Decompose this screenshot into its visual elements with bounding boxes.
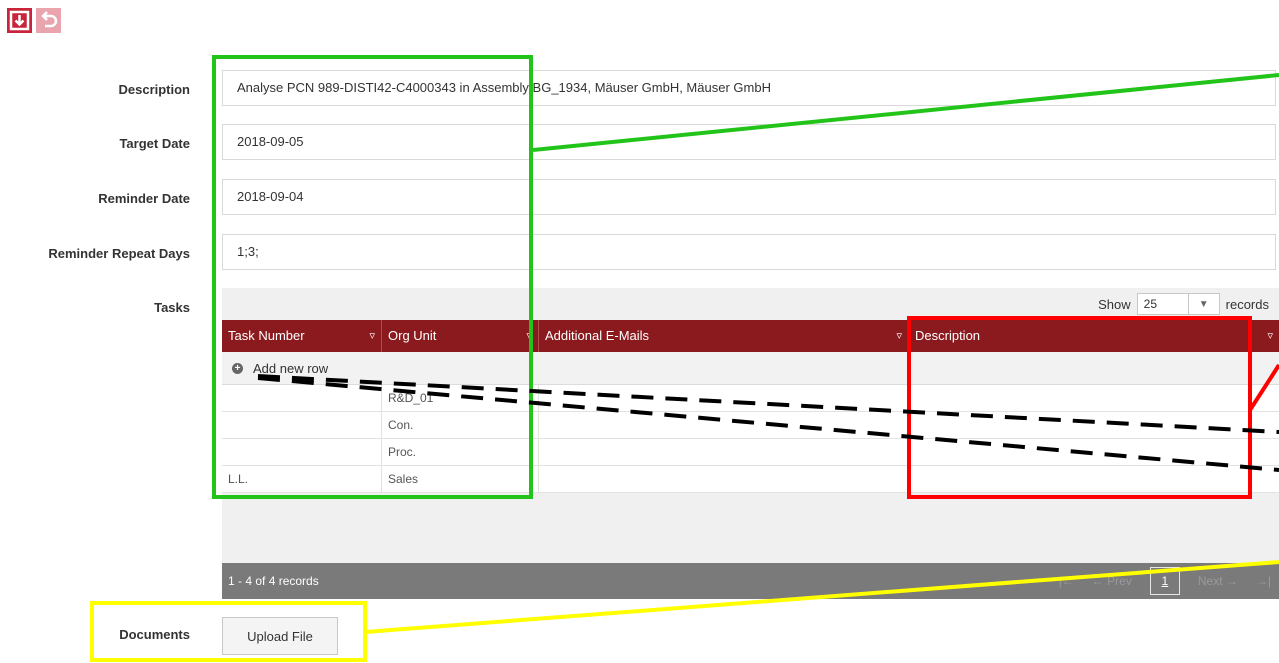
plus-circle-icon: + [232,362,243,374]
column-header-org-unit[interactable]: Org Unit ▿ [382,320,539,352]
description-field[interactable]: Analyse PCN 989-DISTI42-C4000343 in Asse… [222,70,1276,106]
task-number-cell [222,412,382,438]
records-label: records [1225,296,1269,312]
record-count: 1 - 4 of 4 records [228,574,319,588]
description-cell [909,412,1279,438]
filter-icon[interactable]: ▿ [1267,320,1273,352]
table-row[interactable]: L.L. Sales [222,466,1279,493]
save-button[interactable] [7,8,32,33]
column-header-label: Org Unit [388,328,437,343]
current-page-button[interactable]: 1 [1149,567,1180,595]
page-size-control: Show 25 ▼ records [1098,293,1269,315]
save-icon [9,10,30,31]
pager: |← ← Prev 1 Next → →| [1059,563,1271,599]
column-header-description[interactable]: Description ▿ [909,320,1279,352]
next-page-button[interactable]: Next → [1198,574,1238,588]
task-number-cell: L.L. [222,466,382,492]
reminder-date-field[interactable]: 2018-09-04 [222,179,1276,215]
column-header-label: Additional E-Mails [545,328,650,343]
column-header-task-number[interactable]: Task Number ▿ [222,320,382,352]
last-page-icon[interactable]: →| [1256,574,1271,588]
org-unit-cell: R&D_01 [382,385,539,411]
add-new-row-button[interactable]: + Add new row [222,352,1279,385]
filter-icon[interactable]: ▿ [526,320,532,352]
description-cell [909,466,1279,492]
org-unit-cell: Proc. [382,439,539,465]
filter-icon[interactable]: ▿ [369,320,375,352]
task-number-cell [222,385,382,411]
dropdown-arrow-icon[interactable]: ▼ [1187,294,1219,314]
grid-footer: 1 - 4 of 4 records |← ← Prev 1 Next → →| [222,563,1279,599]
first-page-icon[interactable]: |← [1059,574,1074,588]
reminder-repeat-days-label: Reminder Repeat Days [48,246,190,261]
add-new-row-label: Add new row [253,360,329,376]
table-row[interactable]: Proc. [222,439,1279,466]
table-row[interactable]: Con. [222,412,1279,439]
reminder-repeat-days-field[interactable]: 1;3; [222,234,1276,270]
prev-page-button[interactable]: ← Prev [1092,574,1132,588]
reminder-date-label: Reminder Date [98,191,190,206]
filter-icon[interactable]: ▿ [896,320,902,352]
target-date-label: Target Date [119,136,190,151]
description-cell [909,385,1279,411]
description-cell [909,439,1279,465]
column-header-additional-emails[interactable]: Additional E-Mails ▿ [539,320,909,352]
description-label: Description [118,82,190,97]
page-size-select[interactable]: 25 ▼ [1136,293,1220,315]
page-size-value: 25 [1143,297,1157,311]
undo-button[interactable] [36,8,61,33]
grid-rows: R&D_01 Con. Proc. L.L. Sales [222,385,1279,493]
additional-emails-cell [539,466,909,492]
additional-emails-cell [539,385,909,411]
table-row[interactable]: R&D_01 [222,385,1279,412]
additional-emails-cell [539,412,909,438]
org-unit-cell: Sales [382,466,539,492]
column-header-label: Task Number [228,328,305,343]
upload-file-button[interactable]: Upload File [222,617,338,655]
task-number-cell [222,439,382,465]
tasks-label: Tasks [154,300,190,315]
target-date-field[interactable]: 2018-09-05 [222,124,1276,160]
column-header-label: Description [915,328,981,343]
grid-header: Task Number ▿ Org Unit ▿ Additional E-Ma… [222,320,1279,352]
show-label: Show [1098,296,1131,312]
additional-emails-cell [539,439,909,465]
documents-label: Documents [119,627,190,642]
tasks-grid: Show 25 ▼ records Task Number ▿ Org Unit… [222,288,1279,599]
org-unit-cell: Con. [382,412,539,438]
undo-icon [41,11,58,28]
